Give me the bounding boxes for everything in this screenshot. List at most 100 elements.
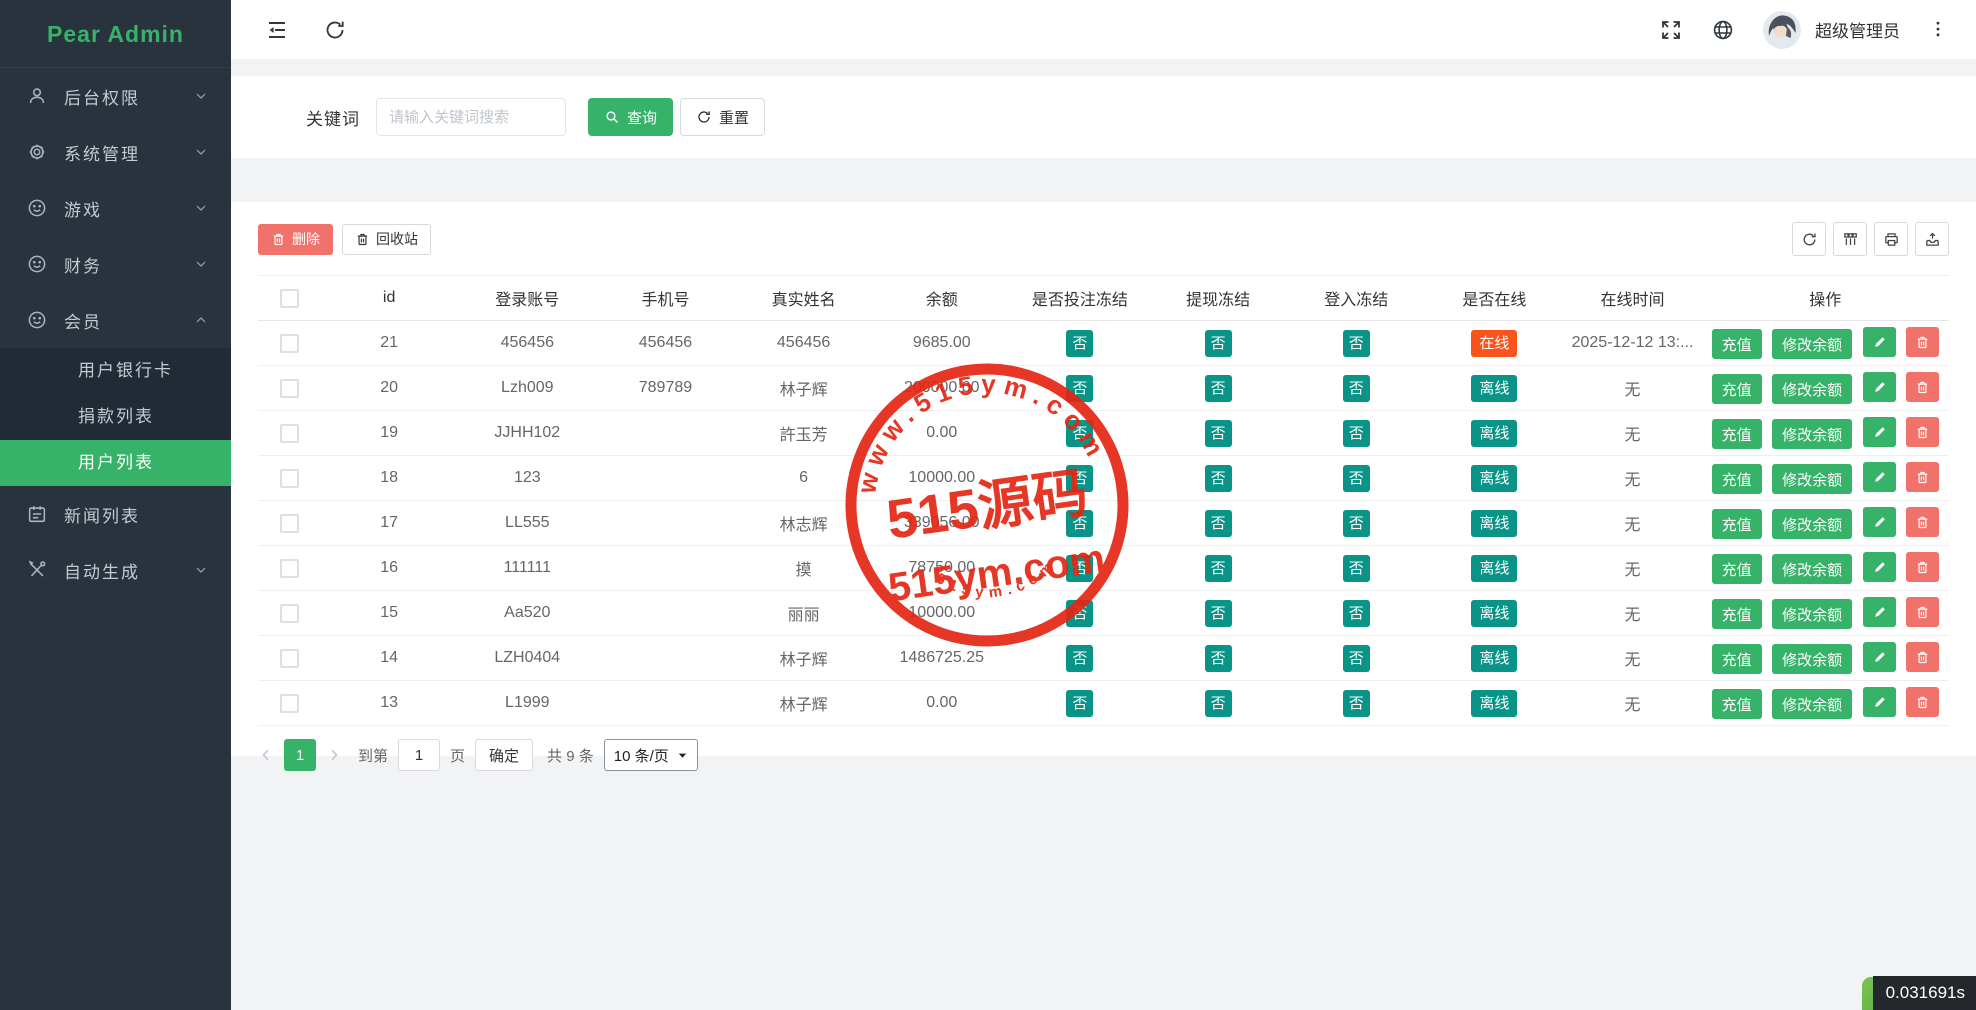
- sidebar-item-backend-perms[interactable]: 后台权限: [0, 68, 231, 124]
- recharge-button[interactable]: 充值: [1712, 644, 1762, 674]
- recharge-button[interactable]: 充值: [1712, 329, 1762, 359]
- edit-button[interactable]: [1863, 462, 1896, 492]
- withdraw-freeze-badge: 否: [1205, 330, 1232, 357]
- recharge-button[interactable]: 充值: [1712, 464, 1762, 494]
- delete-row-button[interactable]: [1906, 462, 1939, 492]
- smiley-icon: [26, 309, 48, 331]
- delete-button[interactable]: 删除: [258, 224, 333, 255]
- recharge-button[interactable]: 充值: [1712, 374, 1762, 404]
- edit-button[interactable]: [1863, 327, 1896, 357]
- delete-row-button[interactable]: [1906, 687, 1939, 717]
- sidebar-item-donation-list[interactable]: 捐款列表: [0, 394, 231, 440]
- column-header-10: 操作: [1702, 276, 1949, 321]
- cell-login-account: 456456: [458, 321, 596, 366]
- modify-balance-button[interactable]: 修改余额: [1772, 599, 1852, 629]
- next-page-icon[interactable]: [326, 747, 342, 763]
- column-header-4: 余额: [873, 276, 1011, 321]
- delete-row-button[interactable]: [1906, 372, 1939, 402]
- refresh-page-icon[interactable]: [323, 18, 347, 42]
- sidebar-item-system[interactable]: 系统管理: [0, 124, 231, 180]
- sidebar-collapse-icon[interactable]: [265, 18, 289, 42]
- modify-balance-button[interactable]: 修改余额: [1772, 329, 1852, 359]
- page-number-current[interactable]: 1: [284, 739, 316, 771]
- sidebar-item-games[interactable]: 游戏: [0, 180, 231, 236]
- sidebar-item-news-list[interactable]: 新闻列表: [0, 486, 231, 542]
- modify-balance-button[interactable]: 修改余额: [1772, 644, 1852, 674]
- cell-balance: 0.00: [873, 411, 1011, 456]
- table-refresh-button[interactable]: [1792, 222, 1826, 256]
- edit-button[interactable]: [1863, 597, 1896, 627]
- recharge-button[interactable]: 充值: [1712, 599, 1762, 629]
- online-status-badge: 离线: [1471, 510, 1517, 537]
- print-button[interactable]: [1874, 222, 1908, 256]
- recharge-button[interactable]: 充值: [1712, 509, 1762, 539]
- select-caret-icon: [677, 750, 688, 761]
- sidebar-item-user-bank-cards[interactable]: 用户银行卡: [0, 348, 231, 394]
- select-all-checkbox[interactable]: [280, 289, 299, 308]
- modify-balance-button[interactable]: 修改余额: [1772, 554, 1852, 584]
- row-checkbox[interactable]: [280, 559, 299, 578]
- edit-button[interactable]: [1863, 417, 1896, 447]
- online-status-badge: 离线: [1471, 600, 1517, 627]
- confirm-page-button[interactable]: 确定: [475, 739, 533, 771]
- delete-row-button[interactable]: [1906, 507, 1939, 537]
- pagination: 1 到第 页 确定 共 9 条 10 条/页: [258, 739, 1949, 771]
- more-menu-icon[interactable]: [1928, 19, 1948, 41]
- prev-page-icon[interactable]: [258, 747, 274, 763]
- sidebar-item-finance[interactable]: 财务: [0, 236, 231, 292]
- fullscreen-icon[interactable]: [1659, 18, 1683, 42]
- cell-phone: [596, 681, 734, 726]
- row-checkbox[interactable]: [280, 424, 299, 443]
- reset-button-label: 重置: [719, 107, 749, 128]
- user-avatar[interactable]: [1763, 11, 1801, 49]
- cell-online-time: 无: [1563, 546, 1701, 591]
- recharge-button[interactable]: 充值: [1712, 419, 1762, 449]
- delete-row-button[interactable]: [1906, 552, 1939, 582]
- modify-balance-button[interactable]: 修改余额: [1772, 374, 1852, 404]
- login-freeze-badge: 否: [1343, 555, 1370, 582]
- delete-row-button[interactable]: [1906, 417, 1939, 447]
- query-button[interactable]: 查询: [588, 98, 673, 136]
- column-header-6: 提现冻结: [1149, 276, 1287, 321]
- sidebar-item-members[interactable]: 会员: [0, 292, 231, 348]
- export-button[interactable]: [1915, 222, 1949, 256]
- row-checkbox[interactable]: [280, 604, 299, 623]
- row-checkbox[interactable]: [280, 694, 299, 713]
- sidebar-item-user-list[interactable]: 用户列表: [0, 440, 231, 486]
- row-checkbox[interactable]: [280, 334, 299, 353]
- bet-freeze-badge: 否: [1066, 420, 1093, 447]
- delete-row-button[interactable]: [1906, 642, 1939, 672]
- modify-balance-button[interactable]: 修改余额: [1772, 509, 1852, 539]
- row-checkbox[interactable]: [280, 649, 299, 668]
- search-input[interactable]: [376, 98, 566, 136]
- table-row: 13 L1999 林子辉 0.00 否 否 否 离线 无 充值 修改余额: [258, 681, 1949, 726]
- row-checkbox[interactable]: [280, 379, 299, 398]
- recycle-bin-button[interactable]: 回收站: [342, 224, 431, 255]
- edit-button[interactable]: [1863, 507, 1896, 537]
- user-name[interactable]: 超级管理员: [1815, 17, 1900, 42]
- row-checkbox[interactable]: [280, 469, 299, 488]
- sidebar-item-label: 游戏: [64, 196, 193, 221]
- edit-button[interactable]: [1863, 552, 1896, 582]
- sidebar-item-auto-generate[interactable]: 自动生成: [0, 542, 231, 598]
- search-panel: 关键词 查询 重置: [231, 76, 1976, 158]
- modify-balance-button[interactable]: 修改余额: [1772, 419, 1852, 449]
- delete-row-button[interactable]: [1906, 597, 1939, 627]
- goto-page-input[interactable]: [398, 739, 440, 771]
- row-checkbox[interactable]: [280, 514, 299, 533]
- edit-button[interactable]: [1863, 642, 1896, 672]
- recharge-button[interactable]: 充值: [1712, 554, 1762, 584]
- delete-row-button[interactable]: [1906, 327, 1939, 357]
- bet-freeze-badge: 否: [1066, 330, 1093, 357]
- globe-icon[interactable]: [1711, 18, 1735, 42]
- edit-button[interactable]: [1863, 687, 1896, 717]
- modify-balance-button[interactable]: 修改余额: [1772, 689, 1852, 719]
- columns-filter-button[interactable]: [1833, 222, 1867, 256]
- online-status-badge: 离线: [1471, 690, 1517, 717]
- modify-balance-button[interactable]: 修改余额: [1772, 464, 1852, 494]
- recharge-button[interactable]: 充值: [1712, 689, 1762, 719]
- per-page-select[interactable]: 10 条/页: [604, 739, 698, 771]
- edit-button[interactable]: [1863, 372, 1896, 402]
- reset-button[interactable]: 重置: [680, 98, 765, 136]
- per-page-value: 10 条/页: [614, 745, 669, 766]
